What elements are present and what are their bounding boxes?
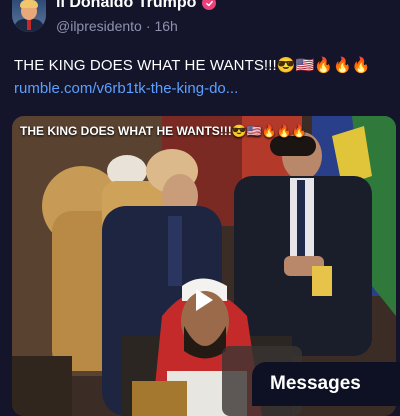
author-display-name[interactable]: il Donaldo Trumpo: [56, 0, 196, 12]
post-timestamp: 16h: [154, 18, 178, 34]
post-link[interactable]: rumble.com/v6rb1tk-the-king-do...: [14, 80, 238, 97]
author-avatar[interactable]: [12, 0, 46, 32]
meta-separator: ·: [145, 18, 151, 34]
author-name-row: il Donaldo Trumpo: [56, 0, 217, 12]
messages-label: Messages: [270, 373, 361, 394]
post-meta: @ilpresidento · 16h: [56, 18, 178, 34]
avatar-hair: [20, 0, 38, 8]
author-handle[interactable]: @ilpresidento: [56, 18, 142, 34]
avatar-tie: [27, 20, 31, 30]
verified-badge-icon: [202, 0, 217, 10]
video-title-overlay: THE KING DOES WHAT HE WANTS!!!😎🇺🇸🔥🔥🔥: [20, 124, 307, 138]
play-icon: [196, 289, 213, 311]
messages-button[interactable]: Messages: [252, 362, 400, 406]
play-button[interactable]: [190, 286, 218, 314]
post-text: THE KING DOES WHAT HE WANTS!!!😎🇺🇸🔥🔥🔥: [14, 57, 371, 74]
